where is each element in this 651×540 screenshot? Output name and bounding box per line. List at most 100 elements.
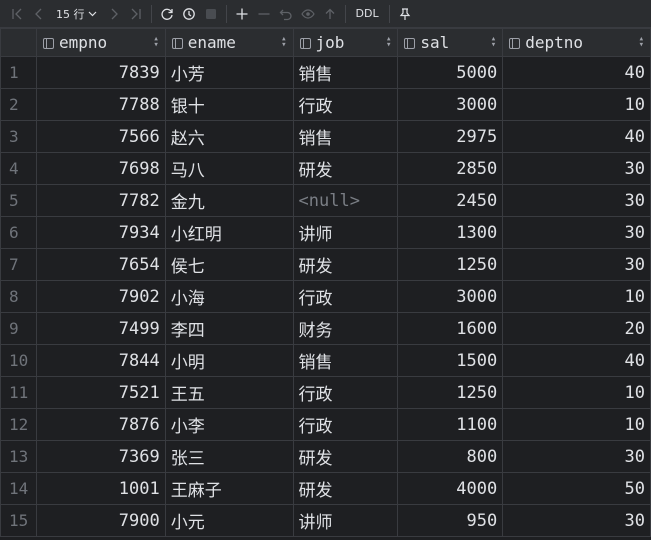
stop-icon[interactable]: [200, 3, 222, 25]
cell-sal[interactable]: 1100: [397, 408, 504, 441]
cell-empno[interactable]: 7934: [35, 216, 166, 249]
cell-sal[interactable]: 2850: [397, 152, 504, 185]
sort-icon[interactable]: ▴ ▾: [639, 35, 644, 50]
cell-ename[interactable]: 侯七: [164, 248, 294, 281]
cell-deptno[interactable]: 10: [502, 376, 651, 409]
revert-icon[interactable]: [275, 3, 297, 25]
cell-job[interactable]: 讲师: [292, 216, 399, 249]
cell-deptno[interactable]: 30: [502, 504, 651, 537]
cell-ename[interactable]: 小李: [164, 408, 294, 441]
cell-empno[interactable]: 7566: [35, 120, 166, 153]
history-icon[interactable]: [178, 3, 200, 25]
preview-changes-icon[interactable]: [297, 3, 319, 25]
cell-empno[interactable]: 1001: [35, 472, 166, 505]
table-row[interactable]: 10 7844 小明 销售 1500 40: [0, 344, 651, 377]
previous-page-icon[interactable]: [28, 3, 50, 25]
cell-ename[interactable]: 金九: [164, 184, 294, 217]
table-row[interactable]: 7 7654 侯七 研发 1250 30: [0, 248, 651, 281]
cell-sal[interactable]: 1250: [397, 248, 504, 281]
cell-empno[interactable]: 7839: [35, 56, 166, 89]
cell-empno[interactable]: 7499: [35, 312, 166, 345]
cell-job[interactable]: 销售: [292, 56, 399, 89]
table-row[interactable]: 5 7782 金九 <null> 2450 30: [0, 184, 651, 217]
cell-job[interactable]: 研发: [292, 248, 399, 281]
cell-job[interactable]: 研发: [292, 152, 399, 185]
table-row[interactable]: 8 7902 小海 行政 3000 10: [0, 280, 651, 313]
cell-deptno[interactable]: 50: [502, 472, 651, 505]
cell-ename[interactable]: 小海: [164, 280, 294, 313]
table-row[interactable]: 13 7369 张三 研发 800 30: [0, 440, 651, 473]
cell-deptno[interactable]: 30: [502, 152, 651, 185]
delete-row-icon[interactable]: [253, 3, 275, 25]
table-row[interactable]: 15 7900 小元 讲师 950 30: [0, 504, 651, 537]
cell-ename[interactable]: 银十: [164, 88, 294, 121]
sort-icon[interactable]: ▴ ▾: [153, 35, 158, 50]
cell-empno[interactable]: 7900: [35, 504, 166, 537]
add-row-icon[interactable]: [231, 3, 253, 25]
column-header-empno[interactable]: empno ▴ ▾: [35, 28, 166, 57]
cell-empno[interactable]: 7902: [35, 280, 166, 313]
first-page-icon[interactable]: [6, 3, 28, 25]
cell-sal[interactable]: 3000: [397, 280, 504, 313]
page-size-selector[interactable]: 15 行: [50, 6, 103, 22]
cell-job[interactable]: 财务: [292, 312, 399, 345]
reload-icon[interactable]: [156, 3, 178, 25]
cell-ename[interactable]: 张三: [164, 440, 294, 473]
cell-empno[interactable]: 7521: [35, 376, 166, 409]
table-row[interactable]: 14 1001 王麻子 研发 4000 50: [0, 472, 651, 505]
cell-job[interactable]: 研发: [292, 472, 399, 505]
cell-ename[interactable]: 王五: [164, 376, 294, 409]
cell-sal[interactable]: 2975: [397, 120, 504, 153]
cell-job[interactable]: 销售: [292, 344, 399, 377]
cell-deptno[interactable]: 30: [502, 216, 651, 249]
cell-sal[interactable]: 1600: [397, 312, 504, 345]
cell-empno[interactable]: 7654: [35, 248, 166, 281]
cell-deptno[interactable]: 10: [502, 408, 651, 441]
cell-ename[interactable]: 小元: [164, 504, 294, 537]
cell-job[interactable]: 行政: [292, 280, 399, 313]
cell-deptno[interactable]: 40: [502, 120, 651, 153]
cell-ename[interactable]: 赵六: [164, 120, 294, 153]
cell-deptno[interactable]: 10: [502, 88, 651, 121]
cell-sal[interactable]: 2450: [397, 184, 504, 217]
cell-sal[interactable]: 1250: [397, 376, 504, 409]
next-page-icon[interactable]: [103, 3, 125, 25]
cell-deptno[interactable]: 40: [502, 56, 651, 89]
sort-icon[interactable]: ▴ ▾: [491, 35, 496, 50]
column-header-deptno[interactable]: deptno ▴ ▾: [502, 28, 651, 57]
submit-icon[interactable]: [319, 3, 341, 25]
table-row[interactable]: 6 7934 小红明 讲师 1300 30: [0, 216, 651, 249]
cell-sal[interactable]: 4000: [397, 472, 504, 505]
table-row[interactable]: 9 7499 李四 财务 1600 20: [0, 312, 651, 345]
cell-job-null[interactable]: <null>: [292, 184, 399, 217]
cell-empno[interactable]: 7369: [35, 440, 166, 473]
cell-empno[interactable]: 7698: [35, 152, 166, 185]
cell-sal[interactable]: 950: [397, 504, 504, 537]
cell-sal[interactable]: 1500: [397, 344, 504, 377]
ddl-button[interactable]: DDL: [350, 7, 385, 20]
cell-deptno[interactable]: 30: [502, 440, 651, 473]
cell-job[interactable]: 销售: [292, 120, 399, 153]
table-row[interactable]: 1 7839 小芳 销售 5000 40: [0, 56, 651, 89]
cell-ename[interactable]: 小芳: [164, 56, 294, 89]
cell-deptno[interactable]: 30: [502, 248, 651, 281]
pin-icon[interactable]: [394, 3, 416, 25]
cell-ename[interactable]: 小红明: [164, 216, 294, 249]
cell-ename[interactable]: 王麻子: [164, 472, 294, 505]
table-row[interactable]: 3 7566 赵六 销售 2975 40: [0, 120, 651, 153]
cell-deptno[interactable]: 10: [502, 280, 651, 313]
cell-job[interactable]: 行政: [292, 88, 399, 121]
cell-job[interactable]: 行政: [292, 408, 399, 441]
table-row[interactable]: 12 7876 小李 行政 1100 10: [0, 408, 651, 441]
cell-sal[interactable]: 800: [397, 440, 504, 473]
column-header-sal[interactable]: sal ▴ ▾: [397, 28, 504, 57]
cell-ename[interactable]: 马八: [164, 152, 294, 185]
cell-sal[interactable]: 1300: [397, 216, 504, 249]
cell-empno[interactable]: 7788: [35, 88, 166, 121]
last-page-icon[interactable]: [125, 3, 147, 25]
column-header-job[interactable]: job ▴ ▾: [292, 28, 399, 57]
table-row[interactable]: 11 7521 王五 行政 1250 10: [0, 376, 651, 409]
cell-empno[interactable]: 7782: [35, 184, 166, 217]
cell-sal[interactable]: 3000: [397, 88, 504, 121]
column-header-ename[interactable]: ename ▴ ▾: [164, 28, 294, 57]
